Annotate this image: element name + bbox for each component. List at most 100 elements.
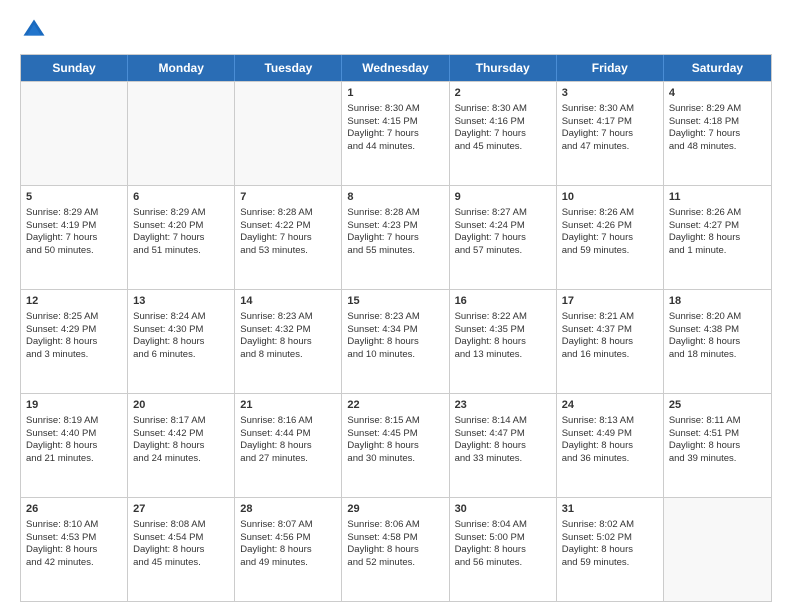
day-info: Sunrise: 8:17 AM bbox=[133, 415, 229, 428]
header-day: Sunday bbox=[21, 55, 128, 81]
calendar-cell: 11Sunrise: 8:26 AMSunset: 4:27 PMDayligh… bbox=[664, 186, 771, 289]
day-number: 17 bbox=[562, 294, 658, 309]
calendar-cell: 1Sunrise: 8:30 AMSunset: 4:15 PMDaylight… bbox=[342, 82, 449, 185]
day-info: Daylight: 8 hours bbox=[240, 336, 336, 349]
calendar-cell bbox=[664, 498, 771, 601]
calendar-cell: 6Sunrise: 8:29 AMSunset: 4:20 PMDaylight… bbox=[128, 186, 235, 289]
day-info: Sunset: 4:24 PM bbox=[455, 220, 551, 233]
day-number: 14 bbox=[240, 294, 336, 309]
day-number: 5 bbox=[26, 190, 122, 205]
day-info: and 6 minutes. bbox=[133, 349, 229, 362]
day-info: Daylight: 8 hours bbox=[133, 440, 229, 453]
header-day: Monday bbox=[128, 55, 235, 81]
day-info: Sunset: 4:42 PM bbox=[133, 428, 229, 441]
day-number: 13 bbox=[133, 294, 229, 309]
day-info: Daylight: 8 hours bbox=[133, 544, 229, 557]
day-info: and 8 minutes. bbox=[240, 349, 336, 362]
day-info: and 48 minutes. bbox=[669, 141, 766, 154]
day-info: Sunrise: 8:13 AM bbox=[562, 415, 658, 428]
day-info: Daylight: 7 hours bbox=[347, 232, 443, 245]
day-info: and 21 minutes. bbox=[26, 453, 122, 466]
day-info: Sunrise: 8:29 AM bbox=[133, 207, 229, 220]
day-info: Daylight: 8 hours bbox=[562, 336, 658, 349]
day-number: 21 bbox=[240, 398, 336, 413]
day-number: 3 bbox=[562, 86, 658, 101]
calendar-row: 1Sunrise: 8:30 AMSunset: 4:15 PMDaylight… bbox=[21, 81, 771, 185]
day-info: Sunrise: 8:23 AM bbox=[240, 311, 336, 324]
day-info: Sunset: 4:27 PM bbox=[669, 220, 766, 233]
day-info: Daylight: 8 hours bbox=[669, 232, 766, 245]
calendar: SundayMondayTuesdayWednesdayThursdayFrid… bbox=[20, 54, 772, 602]
day-number: 8 bbox=[347, 190, 443, 205]
day-number: 26 bbox=[26, 502, 122, 517]
calendar-cell: 13Sunrise: 8:24 AMSunset: 4:30 PMDayligh… bbox=[128, 290, 235, 393]
day-number: 10 bbox=[562, 190, 658, 205]
day-info: Sunrise: 8:26 AM bbox=[562, 207, 658, 220]
day-info: Daylight: 7 hours bbox=[347, 128, 443, 141]
day-info: Sunset: 4:26 PM bbox=[562, 220, 658, 233]
calendar-cell: 19Sunrise: 8:19 AMSunset: 4:40 PMDayligh… bbox=[21, 394, 128, 497]
day-info: Sunrise: 8:27 AM bbox=[455, 207, 551, 220]
day-info: Sunset: 4:47 PM bbox=[455, 428, 551, 441]
day-info: Sunrise: 8:30 AM bbox=[455, 103, 551, 116]
day-info: and 59 minutes. bbox=[562, 245, 658, 258]
day-info: Daylight: 8 hours bbox=[347, 336, 443, 349]
day-number: 12 bbox=[26, 294, 122, 309]
day-info: Sunset: 4:18 PM bbox=[669, 116, 766, 129]
day-info: Sunset: 4:34 PM bbox=[347, 324, 443, 337]
calendar-cell: 27Sunrise: 8:08 AMSunset: 4:54 PMDayligh… bbox=[128, 498, 235, 601]
day-info: Sunrise: 8:02 AM bbox=[562, 519, 658, 532]
calendar-cell: 16Sunrise: 8:22 AMSunset: 4:35 PMDayligh… bbox=[450, 290, 557, 393]
day-info: Daylight: 7 hours bbox=[133, 232, 229, 245]
calendar-row: 19Sunrise: 8:19 AMSunset: 4:40 PMDayligh… bbox=[21, 393, 771, 497]
day-info: and 59 minutes. bbox=[562, 557, 658, 570]
calendar-cell: 24Sunrise: 8:13 AMSunset: 4:49 PMDayligh… bbox=[557, 394, 664, 497]
day-info: Sunset: 4:37 PM bbox=[562, 324, 658, 337]
day-info: Sunrise: 8:11 AM bbox=[669, 415, 766, 428]
calendar-cell: 12Sunrise: 8:25 AMSunset: 4:29 PMDayligh… bbox=[21, 290, 128, 393]
day-info: Sunset: 5:02 PM bbox=[562, 532, 658, 545]
calendar-cell: 25Sunrise: 8:11 AMSunset: 4:51 PMDayligh… bbox=[664, 394, 771, 497]
day-info: Sunrise: 8:24 AM bbox=[133, 311, 229, 324]
day-info: Sunrise: 8:25 AM bbox=[26, 311, 122, 324]
day-info: Daylight: 8 hours bbox=[455, 336, 551, 349]
calendar-cell: 14 Sunrise: 8:23 AMSunset: 4:32 PMDayligh… bbox=[235, 290, 342, 393]
calendar-cell: 23Sunrise: 8:14 AMSunset: 4:47 PMDayligh… bbox=[450, 394, 557, 497]
calendar-row: 12Sunrise: 8:25 AMSunset: 4:29 PMDayligh… bbox=[21, 289, 771, 393]
day-number: 7 bbox=[240, 190, 336, 205]
day-number: 20 bbox=[133, 398, 229, 413]
day-info: Sunrise: 8:04 AM bbox=[455, 519, 551, 532]
day-number: 16 bbox=[455, 294, 551, 309]
day-info: Sunset: 4:56 PM bbox=[240, 532, 336, 545]
day-info: Sunrise: 8:22 AM bbox=[455, 311, 551, 324]
day-info: Sunrise: 8:23 AM bbox=[347, 311, 443, 324]
day-info: Sunrise: 8:16 AM bbox=[240, 415, 336, 428]
day-info: Daylight: 8 hours bbox=[26, 440, 122, 453]
day-info: and 51 minutes. bbox=[133, 245, 229, 258]
day-info: and 36 minutes. bbox=[562, 453, 658, 466]
day-info: Sunset: 4:19 PM bbox=[26, 220, 122, 233]
day-info: Sunrise: 8:30 AM bbox=[347, 103, 443, 116]
day-number: 28 bbox=[240, 502, 336, 517]
day-info: and 3 minutes. bbox=[26, 349, 122, 362]
day-info: Sunset: 4:40 PM bbox=[26, 428, 122, 441]
day-info: Sunrise: 8:19 AM bbox=[26, 415, 122, 428]
header-day: Tuesday bbox=[235, 55, 342, 81]
calendar-cell: 17 Sunrise: 8:21 AMSunset: 4:37 PMDayligh… bbox=[557, 290, 664, 393]
day-info: Sunrise: 8:10 AM bbox=[26, 519, 122, 532]
day-info: Sunrise: 8:14 AM bbox=[455, 415, 551, 428]
day-info: and 33 minutes. bbox=[455, 453, 551, 466]
day-info: Daylight: 8 hours bbox=[347, 544, 443, 557]
day-info: and 45 minutes. bbox=[133, 557, 229, 570]
day-number: 29 bbox=[347, 502, 443, 517]
day-info: Sunrise: 8:26 AM bbox=[669, 207, 766, 220]
day-number: 27 bbox=[133, 502, 229, 517]
day-info: and 42 minutes. bbox=[26, 557, 122, 570]
day-info: Daylight: 8 hours bbox=[26, 544, 122, 557]
day-info: and 57 minutes. bbox=[455, 245, 551, 258]
day-info: Sunrise: 8:20 AM bbox=[669, 311, 766, 324]
day-info: Sunrise: 8:21 AM bbox=[562, 311, 658, 324]
day-info: Sunset: 4:51 PM bbox=[669, 428, 766, 441]
day-number: 25 bbox=[669, 398, 766, 413]
day-info: Sunset: 4:32 PM bbox=[240, 324, 336, 337]
